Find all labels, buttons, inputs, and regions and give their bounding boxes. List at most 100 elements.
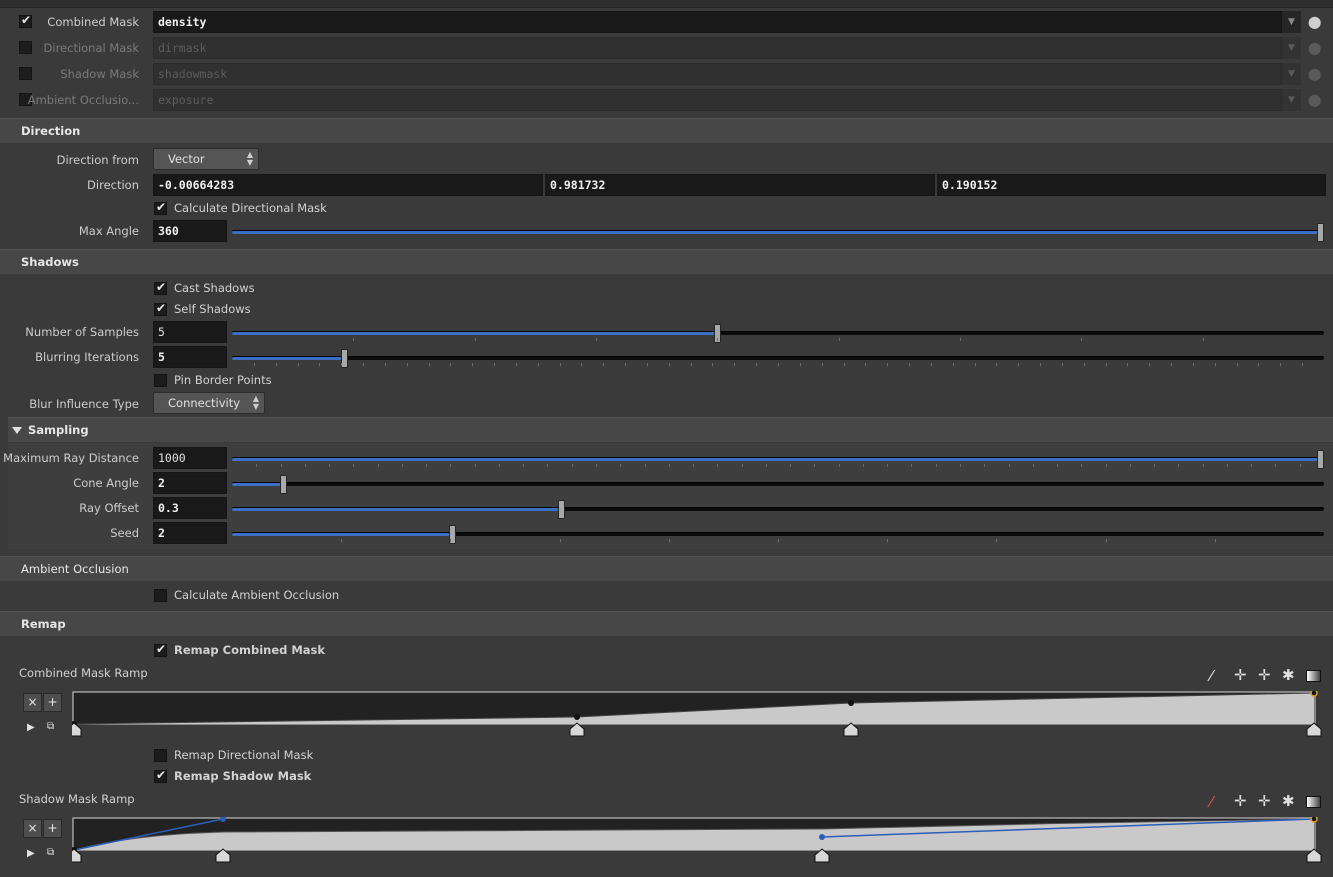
seed-label: Seed	[110, 526, 139, 540]
gradient-preview-icon[interactable]	[1306, 796, 1321, 808]
slider-tick	[407, 363, 408, 366]
remap-shadow-checkbox[interactable]	[154, 768, 167, 783]
move-horizontal-icon[interactable]: ✛	[1234, 794, 1247, 809]
seed-slider[interactable]	[232, 525, 1324, 544]
num-samples-field[interactable]: 5	[153, 321, 227, 343]
seed-field[interactable]: 2	[153, 522, 227, 544]
frame-icon[interactable]: ⧉	[47, 721, 54, 732]
frame-icon[interactable]: ⧉	[47, 847, 54, 858]
slider-handle[interactable]	[1317, 223, 1324, 242]
add-key-button[interactable]: +	[43, 693, 62, 712]
slider-handle[interactable]	[1317, 450, 1324, 469]
max-ray-slider[interactable]	[232, 450, 1324, 469]
gradient-preview-icon[interactable]	[1306, 670, 1321, 682]
slider-tick	[839, 464, 840, 467]
cone-angle-slider[interactable]	[232, 475, 1324, 494]
slider-tick	[450, 363, 451, 366]
collapse-triangle-icon[interactable]	[12, 427, 22, 434]
pin-border-checkbox[interactable]	[154, 374, 167, 387]
blur-iterations-slider[interactable]	[232, 349, 1324, 368]
directional-mask-field[interactable]: dirmask	[153, 37, 1282, 59]
slider-tick	[911, 464, 912, 467]
slider-tick	[1227, 464, 1228, 467]
section-ambient-occlusion[interactable]: Ambient Occlusion	[0, 556, 1333, 581]
max-ray-field[interactable]: 1000	[153, 447, 227, 469]
gear-icon[interactable]: ✱	[1282, 794, 1295, 809]
blur-iterations-field[interactable]: 5	[153, 346, 227, 368]
calc-directional-label: Calculate Directional Mask	[174, 201, 327, 215]
cast-shadows-checkbox[interactable]	[154, 280, 167, 295]
slider-tick	[839, 338, 840, 341]
slider-tick	[931, 363, 932, 366]
pin-icon[interactable]: ⬤	[1308, 15, 1321, 29]
shadow-mask-dropdown[interactable]: ▼	[1282, 63, 1301, 85]
combined-mask-field[interactable]: density	[153, 11, 1282, 33]
slider-fill	[232, 483, 282, 486]
slider-tick	[1203, 464, 1204, 467]
move-horizontal-icon[interactable]: ✛	[1234, 668, 1247, 683]
slider-fill	[232, 357, 343, 360]
direction-y-field[interactable]: 0.981732	[545, 174, 935, 196]
self-shadows-checkbox[interactable]	[154, 301, 167, 316]
calc-directional-checkbox[interactable]	[154, 200, 167, 215]
slider-handle[interactable]	[341, 349, 348, 368]
pin-icon[interactable]: ⬤	[1308, 67, 1321, 81]
ramp-key-point	[574, 714, 580, 720]
bezier-interp-icon[interactable]: ⁄	[1210, 795, 1213, 810]
slider-tick	[1237, 363, 1238, 366]
combined-mask-ramp[interactable]	[72, 691, 1326, 737]
section-sampling-title: Sampling	[28, 423, 89, 437]
section-direction[interactable]: Direction	[0, 118, 1333, 143]
cone-angle-field[interactable]: 2	[153, 472, 227, 494]
remap-combined-checkbox[interactable]	[154, 642, 167, 657]
section-shadows[interactable]: Shadows	[0, 249, 1333, 274]
section-remap[interactable]: Remap	[0, 611, 1333, 636]
max-angle-slider[interactable]	[232, 223, 1324, 242]
ramp-key-marker	[843, 722, 859, 737]
shadow-mask-ramp[interactable]	[72, 817, 1326, 863]
ao-mask-field[interactable]: exposure	[153, 89, 1282, 111]
ray-offset-field[interactable]: 0.3	[153, 497, 227, 519]
slider-tick	[329, 464, 330, 467]
slider-tick	[494, 363, 495, 366]
slider-tick	[1149, 363, 1150, 366]
num-samples-slider[interactable]	[232, 324, 1324, 343]
slider-tick	[865, 363, 866, 366]
slider-handle[interactable]	[558, 500, 565, 519]
num-samples-label: Number of Samples	[25, 325, 139, 339]
move-vertical-icon[interactable]: ✛	[1258, 794, 1271, 809]
calc-ao-checkbox[interactable]	[154, 589, 167, 602]
add-key-button[interactable]: +	[43, 819, 62, 838]
section-sampling[interactable]: Sampling	[8, 417, 1333, 442]
shadow-mask-field[interactable]: shadowmask	[153, 63, 1282, 85]
gear-icon[interactable]: ✱	[1282, 668, 1295, 683]
play-triangle-icon[interactable]: ▶	[27, 848, 35, 859]
ao-mask-dropdown[interactable]: ▼	[1282, 89, 1301, 111]
ramp-key-marker	[215, 848, 231, 863]
slider-tick	[276, 363, 277, 366]
remove-key-button[interactable]: ×	[23, 819, 42, 838]
remap-directional-checkbox[interactable]	[154, 749, 167, 762]
direction-from-label: Direction from	[56, 153, 139, 167]
slider-handle[interactable]	[280, 475, 287, 494]
blur-influence-value: Connectivity	[168, 396, 241, 410]
direction-z-field[interactable]: 0.190152	[937, 174, 1326, 196]
directional-mask-label: Directional Mask	[43, 41, 139, 55]
move-vertical-icon[interactable]: ✛	[1258, 668, 1271, 683]
combined-mask-dropdown[interactable]: ▼	[1282, 11, 1301, 33]
slider-tick	[1178, 464, 1179, 467]
remove-key-button[interactable]: ×	[23, 693, 42, 712]
slider-tick	[1018, 363, 1019, 366]
ray-offset-slider[interactable]	[232, 500, 1324, 519]
slider-tick	[844, 363, 845, 366]
max-angle-field[interactable]: 360	[153, 220, 227, 242]
blur-influence-menu[interactable]: Connectivity ▲ ▼	[153, 392, 265, 414]
pin-icon[interactable]: ⬤	[1308, 93, 1321, 107]
slider-tick	[256, 464, 257, 467]
linear-interp-icon[interactable]: ⁄	[1210, 669, 1213, 684]
pin-icon[interactable]: ⬤	[1308, 41, 1321, 55]
play-triangle-icon[interactable]: ▶	[27, 722, 35, 733]
direction-from-menu[interactable]: Vector ▲ ▼	[153, 148, 259, 170]
direction-x-field[interactable]: -0.00664283	[153, 174, 543, 196]
directional-mask-dropdown[interactable]: ▼	[1282, 37, 1301, 59]
